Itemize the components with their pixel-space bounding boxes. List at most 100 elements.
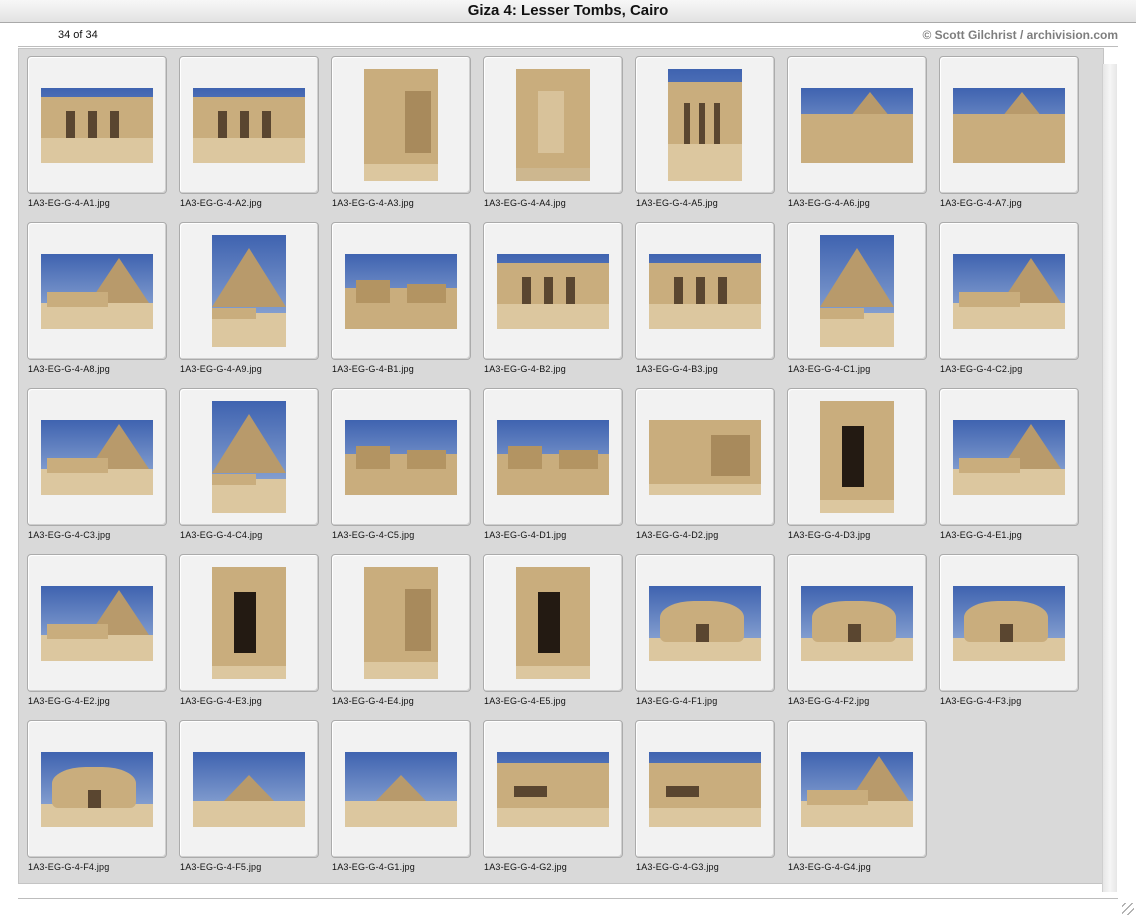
thumbnail-image[interactable] bbox=[801, 586, 913, 661]
thumbnail-filename: 1A3-EG-G-4-D3.jpg bbox=[788, 530, 871, 540]
thumbnail-cell: 1A3-EG-G-4-C5.jpg bbox=[325, 383, 477, 543]
thumbnail-cell: 1A3-EG-G-4-B2.jpg bbox=[477, 217, 629, 377]
thumbnail-frame[interactable] bbox=[27, 222, 167, 360]
thumbnail-frame[interactable] bbox=[179, 720, 319, 858]
thumbnail-frame[interactable] bbox=[787, 720, 927, 858]
thumbnail-image[interactable] bbox=[345, 420, 457, 495]
thumbnail-frame[interactable] bbox=[483, 720, 623, 858]
thumbnail-image[interactable] bbox=[516, 69, 590, 181]
thumbnail-filename: 1A3-EG-G-4-A5.jpg bbox=[636, 198, 718, 208]
thumbnail-image[interactable] bbox=[953, 88, 1065, 163]
thumbnail-frame[interactable] bbox=[939, 554, 1079, 692]
thumbnail-cell: 1A3-EG-G-4-F1.jpg bbox=[629, 549, 781, 709]
thumbnail-frame[interactable] bbox=[483, 56, 623, 194]
thumbnail-frame[interactable] bbox=[939, 56, 1079, 194]
thumbnail-frame[interactable] bbox=[27, 388, 167, 526]
thumbnail-image[interactable] bbox=[41, 254, 153, 329]
thumbnail-image[interactable] bbox=[801, 88, 913, 163]
thumbnail-frame[interactable] bbox=[331, 222, 471, 360]
thumbnail-cell: 1A3-EG-G-4-F2.jpg bbox=[781, 549, 933, 709]
thumbnail-image[interactable] bbox=[649, 420, 761, 495]
thumbnail-filename: 1A3-EG-G-4-D2.jpg bbox=[636, 530, 719, 540]
thumbnail-image[interactable] bbox=[41, 752, 153, 827]
header-divider bbox=[18, 46, 1118, 47]
thumbnail-frame[interactable] bbox=[331, 554, 471, 692]
thumbnail-cell: 1A3-EG-G-4-C2.jpg bbox=[933, 217, 1085, 377]
thumbnail-frame[interactable] bbox=[787, 554, 927, 692]
thumbnail-frame[interactable] bbox=[939, 388, 1079, 526]
thumbnail-image[interactable] bbox=[497, 752, 609, 827]
thumbnail-frame[interactable] bbox=[787, 388, 927, 526]
thumbnail-image[interactable] bbox=[193, 752, 305, 827]
thumbnail-cell: 1A3-EG-G-4-G1.jpg bbox=[325, 715, 477, 875]
thumbnail-filename: 1A3-EG-G-4-F4.jpg bbox=[28, 862, 110, 872]
thumbnail-image[interactable] bbox=[212, 401, 286, 513]
thumbnail-image[interactable] bbox=[953, 420, 1065, 495]
thumbnail-image[interactable] bbox=[212, 567, 286, 679]
thumbnail-cell: 1A3-EG-G-4-D1.jpg bbox=[477, 383, 629, 543]
thumbnail-cell: 1A3-EG-G-4-A9.jpg bbox=[173, 217, 325, 377]
thumbnail-image[interactable] bbox=[820, 235, 894, 347]
thumbnail-frame[interactable] bbox=[27, 720, 167, 858]
thumbnail-frame[interactable] bbox=[635, 56, 775, 194]
thumbnail-frame[interactable] bbox=[27, 56, 167, 194]
thumbnail-image[interactable] bbox=[345, 254, 457, 329]
thumbnail-frame[interactable] bbox=[331, 720, 471, 858]
thumbnail-image[interactable] bbox=[668, 69, 742, 181]
thumbnail-filename: 1A3-EG-G-4-G4.jpg bbox=[788, 862, 871, 872]
thumbnail-filename: 1A3-EG-G-4-C3.jpg bbox=[28, 530, 111, 540]
thumbnail-image[interactable] bbox=[41, 420, 153, 495]
thumbnail-frame[interactable] bbox=[483, 388, 623, 526]
thumbnail-cell: 1A3-EG-G-4-A8.jpg bbox=[21, 217, 173, 377]
thumbnail-frame[interactable] bbox=[939, 222, 1079, 360]
thumbnail-image[interactable] bbox=[364, 69, 438, 181]
thumbnail-cell: 1A3-EG-G-4-C1.jpg bbox=[781, 217, 933, 377]
thumbnail-image[interactable] bbox=[649, 254, 761, 329]
thumbnail-frame[interactable] bbox=[179, 388, 319, 526]
thumbnail-image[interactable] bbox=[649, 586, 761, 661]
thumbnail-cell: 1A3-EG-G-4-D3.jpg bbox=[781, 383, 933, 543]
image-count: 34 of 34 bbox=[58, 29, 98, 41]
thumbnail-frame[interactable] bbox=[787, 56, 927, 194]
thumbnail-frame[interactable] bbox=[483, 554, 623, 692]
thumbnail-frame[interactable] bbox=[179, 554, 319, 692]
thumbnail-image[interactable] bbox=[649, 752, 761, 827]
thumbnail-image[interactable] bbox=[193, 88, 305, 163]
thumbnail-frame[interactable] bbox=[635, 554, 775, 692]
thumbnail-image[interactable] bbox=[497, 254, 609, 329]
thumbnail-image[interactable] bbox=[820, 401, 894, 513]
thumbnail-frame[interactable] bbox=[787, 222, 927, 360]
thumbnail-frame[interactable] bbox=[483, 222, 623, 360]
thumbnail-image[interactable] bbox=[497, 420, 609, 495]
thumbnail-frame[interactable] bbox=[331, 388, 471, 526]
thumbnail-frame[interactable] bbox=[179, 56, 319, 194]
thumbnail-filename: 1A3-EG-G-4-A6.jpg bbox=[788, 198, 870, 208]
thumbnail-cell: 1A3-EG-G-4-A2.jpg bbox=[173, 51, 325, 211]
thumbnail-image[interactable] bbox=[801, 752, 913, 827]
thumbnail-filename: 1A3-EG-G-4-A7.jpg bbox=[940, 198, 1022, 208]
thumbnail-frame[interactable] bbox=[27, 554, 167, 692]
thumbnail-cell: 1A3-EG-G-4-F5.jpg bbox=[173, 715, 325, 875]
thumbnail-frame[interactable] bbox=[179, 222, 319, 360]
vertical-scrollbar[interactable] bbox=[1102, 64, 1117, 892]
thumbnail-image[interactable] bbox=[953, 586, 1065, 661]
thumbnail-frame[interactable] bbox=[635, 720, 775, 858]
thumbnail-image[interactable] bbox=[516, 567, 590, 679]
thumbnail-image[interactable] bbox=[41, 88, 153, 163]
thumbnail-image[interactable] bbox=[953, 254, 1065, 329]
thumbnail-image[interactable] bbox=[364, 567, 438, 679]
resize-grip-icon[interactable] bbox=[1122, 903, 1134, 915]
thumbnail-image[interactable] bbox=[212, 235, 286, 347]
thumbnail-image[interactable] bbox=[345, 752, 457, 827]
thumbnail-filename: 1A3-EG-G-4-F1.jpg bbox=[636, 696, 718, 706]
thumbnail-cell: 1A3-EG-G-4-E4.jpg bbox=[325, 549, 477, 709]
thumbnail-cell: 1A3-EG-G-4-C4.jpg bbox=[173, 383, 325, 543]
thumbnail-frame[interactable] bbox=[635, 222, 775, 360]
thumbnail-frame[interactable] bbox=[635, 388, 775, 526]
thumbnail-image[interactable] bbox=[41, 586, 153, 661]
thumbnail-cell: 1A3-EG-G-4-G2.jpg bbox=[477, 715, 629, 875]
thumbnail-filename: 1A3-EG-G-4-C5.jpg bbox=[332, 530, 415, 540]
thumbnail-cell: 1A3-EG-G-4-G4.jpg bbox=[781, 715, 933, 875]
thumbnail-frame[interactable] bbox=[331, 56, 471, 194]
thumbnail-filename: 1A3-EG-G-4-A2.jpg bbox=[180, 198, 262, 208]
